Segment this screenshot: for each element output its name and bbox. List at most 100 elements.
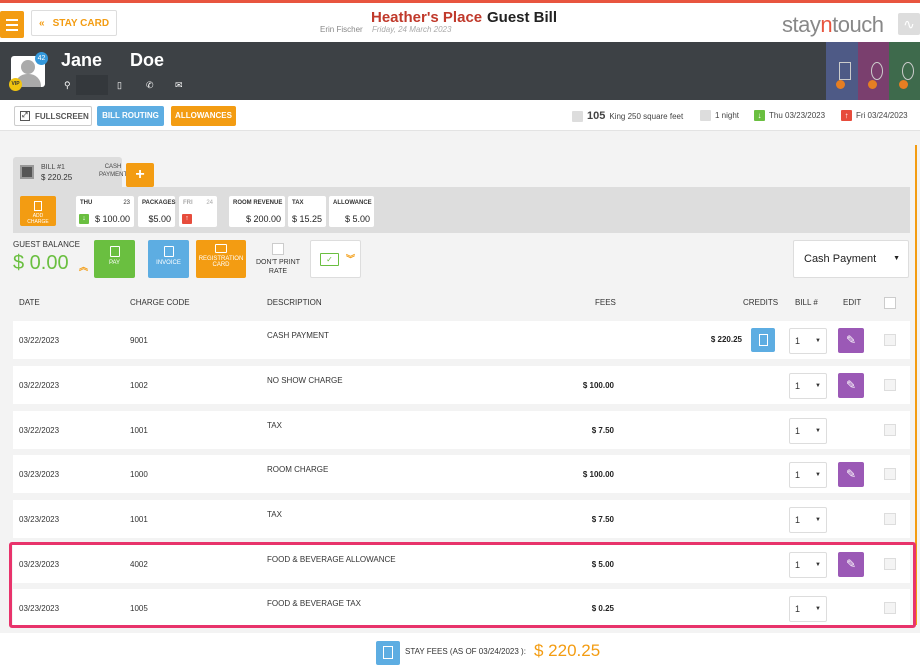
location-field [76,75,108,95]
select-all-checkbox[interactable] [884,297,896,309]
registration-card-button[interactable]: REGISTRATION CARD [196,240,246,278]
departure-date: Fri 03/24/2023 [856,111,908,120]
nights-info: 1 night [700,110,739,121]
day-box-thu[interactable]: THU 23 ↓ $ 100.00 [76,196,134,227]
stay-fees-document-button[interactable] [376,641,400,665]
bill-number-select[interactable]: 1 ▼ [789,418,827,444]
bill-routing-button[interactable]: BILL ROUTING [97,106,164,126]
caret-down-icon: ▼ [815,428,821,434]
document-icon [759,334,768,346]
room-number: 105 [587,110,606,122]
mobile-icon: ▯ [117,80,122,90]
invoice-button[interactable]: INVOICE [148,240,189,278]
edit-button[interactable]: ✎ [838,373,864,398]
row-code: 1002 [130,381,148,390]
fullscreen-label: FULLSCREEN [35,111,89,121]
user-name: Erin Fischer [320,25,363,34]
guest-first-name: Jane [61,50,103,70]
bill-number: BILL #1 [41,164,65,171]
row-checkbox[interactable] [884,379,896,391]
row-date: 03/22/2023 [19,381,60,390]
arrival-info: ↓ Thu 03/23/2023 [754,110,825,121]
stay-card-button[interactable]: « STAY CARD [31,10,117,36]
row-date: 03/22/2023 [19,336,60,345]
payment-method-select[interactable]: Cash Payment ▼ [793,240,909,278]
edit-button[interactable]: ✎ [838,328,864,353]
arrow-down-icon: ↓ [79,214,89,224]
bill-tab-1[interactable]: BILL #1 $ 220.25 CASH PAYMENT [13,157,127,187]
pay-button[interactable]: PAY [94,240,135,278]
edit-button[interactable]: ✎ [838,462,864,487]
stay-card-label: STAY CARD [52,17,110,29]
bill-summary: ADD CHARGE THU 23 ↓ $ 100.00 PACKAGES $5.… [13,187,910,233]
chevron-up-icon[interactable]: ︽ [79,260,88,273]
arrow-down-icon: ↓ [754,110,765,121]
hotel-name: Heather's Place [371,9,483,26]
add-bill-button[interactable]: + [126,163,154,187]
col-date: DATE [19,298,40,307]
row-checkbox[interactable] [884,468,896,480]
row-description: CASH PAYMENT [267,331,329,340]
fullscreen-button[interactable]: ⤢ FULLSCREEN [14,106,92,126]
guest-last-name: Doe [130,50,165,70]
bill-number-select[interactable]: 1 ▼ [789,507,827,533]
dont-print-rate-checkbox[interactable] [272,243,284,255]
row-description: ROOM CHARGE [267,465,329,474]
row-code: 1000 [130,470,148,479]
bill-icon [20,165,34,179]
tab-web[interactable] [858,42,889,100]
wallet-icon [109,246,120,257]
guest-balance-value: $ 0.00 [13,252,69,274]
row-fee: $ 7.50 [591,515,614,524]
count-badge: 42 [35,52,48,65]
row-fee: $ 7.50 [591,426,614,435]
check-icon: ✓ [320,253,339,266]
departure-info: ↑ Fri 03/24/2023 [841,110,908,121]
tab-room[interactable] [826,42,858,100]
credit-document-button[interactable] [751,328,775,352]
highlight-box [9,542,916,628]
tab-activities[interactable] [889,42,920,100]
row-date: 03/23/2023 [19,515,60,524]
table-row: 03/22/2023 9001 CASH PAYMENT $ 220.25 1 ▼… [13,321,910,359]
packages-box: PACKAGES $5.00 [138,196,176,227]
col-fees: FEES [595,298,616,307]
col-edit: EDIT [843,298,862,307]
phone-icon: ✆ [146,80,154,90]
bill-number-select[interactable]: 1 ▼ [789,462,827,488]
day-amount: $ 100.00 [94,214,130,224]
activity-icon[interactable]: ∿ [898,13,920,35]
vip-badge: VIP [9,78,22,91]
day-box-fri[interactable]: FRI 24 ↑ [179,196,217,227]
document-icon [383,646,393,659]
caret-down-icon: ▼ [815,338,821,344]
row-credit: $ 220.25 [710,335,742,344]
menu-icon[interactable] [0,11,24,38]
bill-amount: $ 220.25 [41,173,73,182]
page-title: Guest Bill [487,9,558,26]
row-date: 03/22/2023 [19,426,60,435]
pencil-icon: ✎ [845,333,857,347]
bill-number-select[interactable]: 1 ▼ [789,373,827,399]
table-row: 03/22/2023 1002 NO SHOW CHARGE $ 100.00 … [13,366,910,404]
expand-icon: ⤢ [20,111,30,121]
location-icon: ⚲ [64,80,71,90]
row-checkbox[interactable] [884,513,896,525]
header: « STAY CARD Heather's Place Guest Bill E… [0,3,920,42]
row-checkbox[interactable] [884,424,896,436]
row-description: TAX [267,510,282,519]
nights: 1 night [715,111,740,120]
allowances-button[interactable]: ALLOWANCES [171,106,236,126]
room-info: 105 King 250 square feet [572,110,683,122]
table-row: 03/22/2023 1001 TAX $ 7.50 1 ▼ [13,411,910,449]
col-bill-number: BILL # [795,298,818,307]
add-charge-button[interactable]: ADD CHARGE [20,196,56,226]
caret-down-icon: ▼ [815,517,821,523]
bill-number-select[interactable]: 1 ▼ [789,328,827,354]
row-checkbox[interactable] [884,334,896,346]
check-payment-button[interactable]: ✓ ︾ [310,240,361,278]
caret-down-icon: ▼ [815,383,821,389]
room-type: King 250 square feet [609,111,684,121]
table-row: 03/23/2023 1000 ROOM CHARGE $ 100.00 1 ▼ … [13,455,910,493]
col-charge-code: CHARGE CODE [130,298,190,307]
